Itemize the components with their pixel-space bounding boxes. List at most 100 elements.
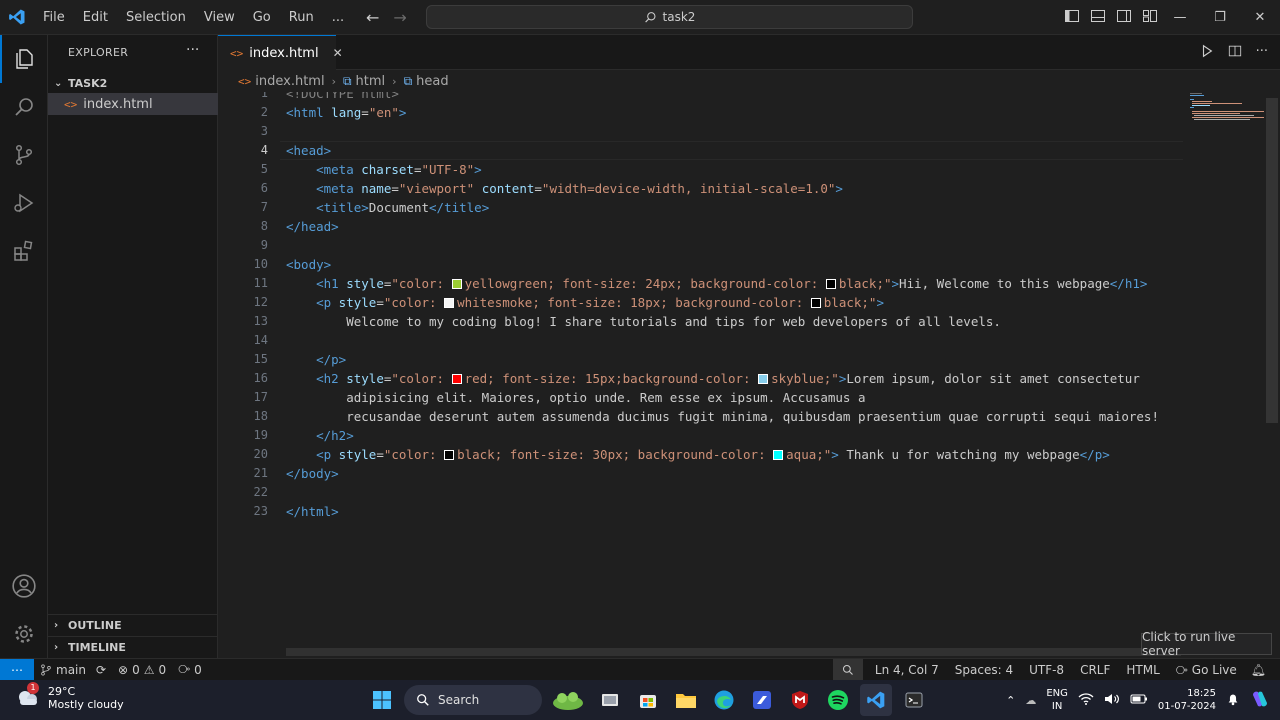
run-debug-icon[interactable] — [0, 179, 48, 227]
notification-bell-icon[interactable] — [1226, 692, 1240, 709]
copilot-icon[interactable] — [1250, 689, 1270, 712]
vscode-logo-icon — [0, 0, 34, 35]
task-view-icon[interactable] — [594, 684, 626, 716]
code-token: </p> — [1079, 447, 1110, 462]
file-explorer-icon[interactable] — [670, 684, 702, 716]
color-swatch-whitesmoke[interactable] — [444, 298, 455, 308]
color-swatch-yellowgreen[interactable] — [451, 279, 462, 289]
color-swatch-skyblue[interactable] — [758, 374, 769, 384]
folder-task2[interactable]: ⌄ TASK2 — [48, 72, 218, 94]
menu-go[interactable]: Go — [244, 0, 280, 35]
language-top: ENG — [1046, 688, 1068, 699]
breadcrumb-file[interactable]: index.html — [255, 74, 324, 89]
run-icon[interactable] — [1200, 44, 1214, 58]
minimap[interactable] — [1190, 92, 1266, 122]
customize-layout-icon[interactable] — [1142, 8, 1158, 24]
code-token: charset — [353, 162, 414, 177]
windows-taskbar: 1 29°C Mostly cloudy Search ⌃ ☁ ENG IN 1… — [0, 680, 1280, 720]
minimize-icon[interactable]: — — [1160, 0, 1200, 35]
close-window-icon[interactable]: ✕ — [1240, 0, 1280, 35]
sync-icon[interactable]: ⟳ — [96, 663, 106, 677]
source-control-icon[interactable] — [0, 131, 48, 179]
code-token: style — [338, 371, 384, 386]
menu-selection[interactable]: Selection — [117, 0, 195, 35]
explorer-icon[interactable] — [0, 35, 48, 83]
code-token: "color: — [391, 276, 452, 291]
code-line: <html lang="en"> — [286, 103, 1186, 122]
command-center-search[interactable]: task2 — [426, 5, 913, 29]
branch-status[interactable]: main ⟳ — [34, 663, 112, 677]
color-swatch-black[interactable] — [444, 450, 455, 460]
go-live-button[interactable]: ⧂ Go Live — [1168, 663, 1245, 678]
ports-status[interactable]: ⧂ 0 — [172, 662, 208, 677]
menu-file[interactable]: File — [34, 0, 74, 35]
spotify-icon[interactable] — [822, 684, 854, 716]
battery-icon[interactable] — [1130, 693, 1148, 708]
breadcrumb-html[interactable]: html — [356, 74, 386, 89]
clock[interactable]: 18:25 01-07-2024 — [1158, 687, 1216, 713]
code-token: Hii, Welcome to this webpage — [899, 276, 1110, 291]
outline-section[interactable]: › OUTLINE — [48, 614, 218, 636]
toggle-primary-sidebar-icon[interactable] — [1064, 8, 1080, 24]
wifi-icon[interactable] — [1078, 692, 1094, 709]
toggle-secondary-sidebar-icon[interactable] — [1116, 8, 1132, 24]
microsoft-store-icon[interactable] — [632, 684, 664, 716]
vscode-taskbar-icon[interactable] — [860, 684, 892, 716]
explorer-more-icon[interactable]: ··· — [186, 42, 199, 58]
network-off-icon[interactable]: ☁ — [1025, 694, 1036, 707]
gear-icon[interactable] — [0, 610, 48, 658]
toggle-panel-icon[interactable] — [1090, 8, 1106, 24]
encoding[interactable]: UTF-8 — [1021, 663, 1072, 677]
menu-edit[interactable]: Edit — [74, 0, 117, 35]
menu-view[interactable]: View — [195, 0, 244, 35]
more-actions-icon[interactable]: ··· — [1256, 44, 1268, 59]
code-token: "color: — [383, 447, 445, 462]
volume-icon[interactable] — [1104, 692, 1120, 709]
problems-status[interactable]: ⊗ 0 ⚠ 0 — [112, 663, 172, 677]
color-swatch-black[interactable] — [825, 279, 836, 289]
search-icon[interactable] — [0, 83, 48, 131]
color-swatch-black[interactable] — [810, 298, 821, 308]
tab-index-html[interactable]: <> index.html ✕ — [218, 35, 343, 70]
breadcrumb-head[interactable]: head — [416, 74, 448, 89]
code-line: </body> — [286, 464, 1186, 483]
remote-indicator-icon[interactable]: ⋯ — [0, 658, 34, 681]
menu-more[interactable]: ... — [323, 0, 353, 35]
code-editor[interactable]: 1 2 3 4 5 6 7 8 9 10 11 12 13 14 15 16 1… — [218, 92, 1280, 658]
menu-run[interactable]: Run — [280, 0, 323, 35]
color-swatch-aqua[interactable] — [773, 450, 784, 460]
file-index-html[interactable]: <> index.html — [48, 93, 218, 115]
restore-icon[interactable]: ❐ — [1200, 0, 1240, 35]
color-swatch-red[interactable] — [451, 374, 462, 384]
terminal-icon[interactable] — [898, 684, 930, 716]
timeline-section[interactable]: › TIMELINE — [48, 636, 218, 658]
split-editor-icon[interactable] — [1228, 44, 1242, 58]
ms-whiteboard-icon[interactable] — [746, 684, 778, 716]
zoom-icon[interactable] — [832, 659, 863, 681]
widgets-icon[interactable] — [548, 684, 588, 716]
windows-start-icon[interactable] — [366, 684, 398, 716]
language-mode[interactable]: HTML — [1118, 663, 1167, 677]
horizontal-scrollbar[interactable] — [286, 648, 1181, 656]
chevron-up-icon[interactable]: ⌃ — [1006, 694, 1015, 707]
close-icon[interactable]: ✕ — [333, 46, 343, 60]
weather-widget[interactable]: 1 29°C Mostly cloudy — [14, 682, 124, 712]
taskbar-search[interactable]: Search — [404, 685, 542, 715]
go-live-label: Go Live — [1191, 663, 1237, 677]
accounts-icon[interactable] — [0, 562, 48, 610]
end-of-line[interactable]: CRLF — [1072, 663, 1118, 677]
code-token: <title> — [286, 200, 369, 215]
code-token: <head> — [286, 143, 332, 158]
bell-icon[interactable]: 🔔︎ — [1245, 663, 1280, 677]
mcafee-icon[interactable] — [784, 684, 816, 716]
back-arrow-icon[interactable]: ← — [366, 8, 379, 27]
cursor-position[interactable]: Ln 4, Col 7 — [863, 663, 947, 677]
forward-arrow-icon[interactable]: → — [393, 8, 406, 27]
indentation[interactable]: Spaces: 4 — [947, 663, 1021, 677]
extensions-icon[interactable] — [0, 227, 48, 275]
vertical-scrollbar[interactable] — [1266, 98, 1278, 423]
language-indicator[interactable]: ENG IN — [1046, 687, 1068, 713]
edge-browser-icon[interactable] — [708, 684, 740, 716]
tab-label: index.html — [249, 45, 319, 61]
code-token: black;" — [823, 295, 877, 310]
